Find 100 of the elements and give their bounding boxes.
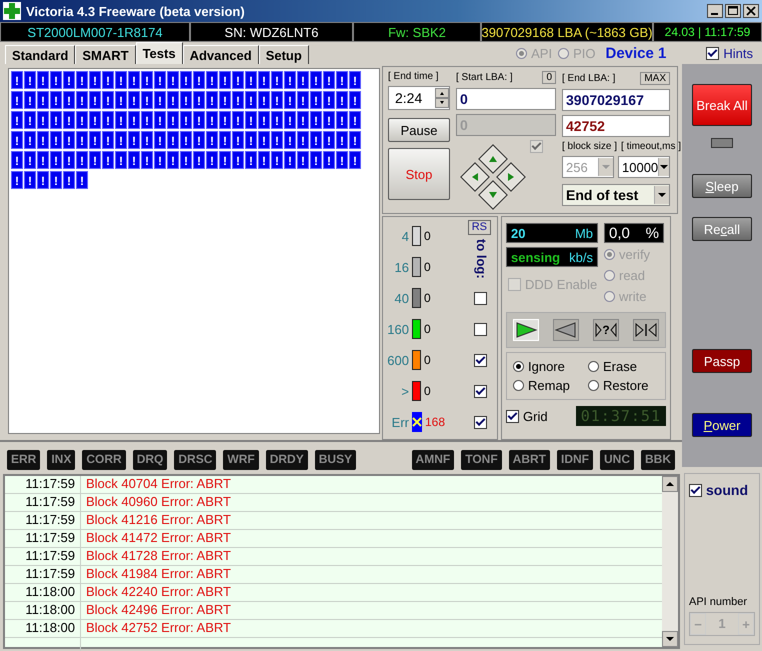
- log-message: Block 42752 Error: ABRT: [85, 620, 231, 637]
- error-block: !: [128, 111, 140, 129]
- tab[interactable]: Tests: [136, 42, 183, 64]
- error-block: !: [24, 91, 36, 109]
- tab[interactable]: SMART: [75, 45, 136, 64]
- checkbox[interactable]: [474, 292, 487, 304]
- error-block: !: [63, 111, 75, 129]
- error-block: !: [206, 91, 218, 109]
- radio-button[interactable]: [588, 361, 599, 372]
- radio-button[interactable]: [516, 48, 528, 58]
- checkbox[interactable]: [474, 322, 487, 336]
- play-backward-button[interactable]: [553, 319, 579, 341]
- radio-button[interactable]: [513, 361, 524, 372]
- end-time-field[interactable]: 2:24: [388, 86, 450, 110]
- size-display: 20 Mb: [506, 223, 598, 243]
- log-message: Block 42496 Error: ABRT: [85, 602, 231, 619]
- error-block: !: [206, 71, 218, 89]
- radio-label: verify: [619, 247, 650, 262]
- arrow-left-button[interactable]: [460, 162, 490, 192]
- block-size-dropdown: 256: [562, 156, 614, 178]
- radio-button[interactable]: [588, 380, 599, 391]
- end-lba-field[interactable]: 3907029167: [562, 89, 670, 111]
- error-block: !: [115, 91, 127, 109]
- scroll-down-icon[interactable]: [662, 631, 678, 647]
- radio-label: Restore: [603, 378, 649, 393]
- error-block: !: [11, 171, 23, 189]
- start-lba-field[interactable]: 0: [456, 88, 556, 110]
- status-flag: INX: [47, 450, 76, 470]
- checkbox[interactable]: [530, 140, 543, 153]
- arrow-up-button[interactable]: [478, 144, 508, 174]
- counter-value: 0: [424, 322, 432, 336]
- stop-button[interactable]: Stop: [388, 148, 450, 200]
- error-block: !: [284, 131, 296, 149]
- checkbox[interactable]: [689, 484, 702, 496]
- error-block: !: [323, 91, 335, 109]
- error-block: !: [50, 131, 62, 149]
- scroll-up-icon[interactable]: [662, 476, 678, 492]
- error-block: !: [336, 151, 348, 169]
- to-end-button[interactable]: [633, 319, 659, 341]
- play-forward-button[interactable]: [513, 319, 539, 341]
- timeout-dropdown[interactable]: 10000: [618, 156, 670, 178]
- max-button[interactable]: MAX: [640, 72, 670, 84]
- radio-button[interactable]: [604, 249, 615, 260]
- log-time: 11:17:59: [5, 548, 81, 565]
- checkbox[interactable]: [508, 278, 521, 291]
- end-action-dropdown[interactable]: End of test: [562, 184, 670, 206]
- arrow-down-button[interactable]: [478, 180, 508, 210]
- error-block: !: [24, 71, 36, 89]
- error-block: !: [284, 151, 296, 169]
- status-flag: CORR: [82, 450, 126, 470]
- block-size-label: [ block size ]: [562, 141, 618, 152]
- checkbox[interactable]: [474, 354, 487, 366]
- side-button[interactable]: Recall: [692, 217, 752, 241]
- log-message: Block 41472 Error: ABRT: [85, 530, 231, 547]
- scrollbar[interactable]: [662, 476, 678, 647]
- radio-button[interactable]: [513, 380, 524, 391]
- side-button[interactable]: Sleep: [692, 174, 752, 198]
- error-block: !: [115, 151, 127, 169]
- tab[interactable]: Advanced: [182, 45, 259, 64]
- side-button[interactable]: Passp: [692, 349, 752, 373]
- device-label: Device 1: [605, 44, 666, 62]
- error-block: !: [37, 171, 49, 189]
- error-block: !: [193, 131, 205, 149]
- checkbox[interactable]: [506, 410, 519, 422]
- error-block: !: [102, 131, 114, 149]
- tab[interactable]: Setup: [258, 45, 309, 64]
- side-button[interactable]: Break All: [692, 84, 752, 126]
- error-block: !: [167, 71, 179, 89]
- checkbox[interactable]: [474, 384, 487, 398]
- error-block: !: [271, 71, 283, 89]
- minimize-icon[interactable]: [707, 4, 723, 18]
- maximize-icon[interactable]: [725, 4, 741, 18]
- radio-button[interactable]: [604, 270, 615, 281]
- reset-start-button[interactable]: 0: [542, 71, 556, 84]
- error-block: !: [167, 91, 179, 109]
- error-block: !: [258, 131, 270, 149]
- radio-button[interactable]: [604, 291, 615, 302]
- log-time: 11:17:59: [5, 476, 81, 493]
- error-block: !: [271, 111, 283, 129]
- spinner-arrows-icon[interactable]: [435, 88, 449, 108]
- dropdown-arrow-icon[interactable]: [658, 193, 666, 197]
- latency-label: Err: [390, 414, 409, 430]
- tab[interactable]: Standard: [5, 45, 76, 64]
- radio-label: Remap: [528, 378, 570, 393]
- butterfly-button[interactable]: ?: [593, 319, 619, 341]
- arrow-right-button[interactable]: [496, 162, 526, 192]
- checkbox[interactable]: [706, 46, 720, 60]
- error-block: !: [219, 91, 231, 109]
- triangle-right-icon: [595, 322, 602, 338]
- side-button[interactable]: Power: [692, 413, 752, 437]
- checkbox[interactable]: [474, 416, 487, 428]
- pause-button[interactable]: Pause: [388, 118, 450, 142]
- error-block: !: [128, 91, 140, 109]
- error-block: !: [50, 151, 62, 169]
- radio-button[interactable]: [558, 48, 570, 58]
- error-block: !: [141, 91, 153, 109]
- reset-counters-button[interactable]: RS: [468, 220, 491, 235]
- latency-label: 40: [394, 290, 409, 306]
- close-icon[interactable]: [743, 4, 759, 18]
- dropdown-arrow-icon[interactable]: [660, 165, 668, 169]
